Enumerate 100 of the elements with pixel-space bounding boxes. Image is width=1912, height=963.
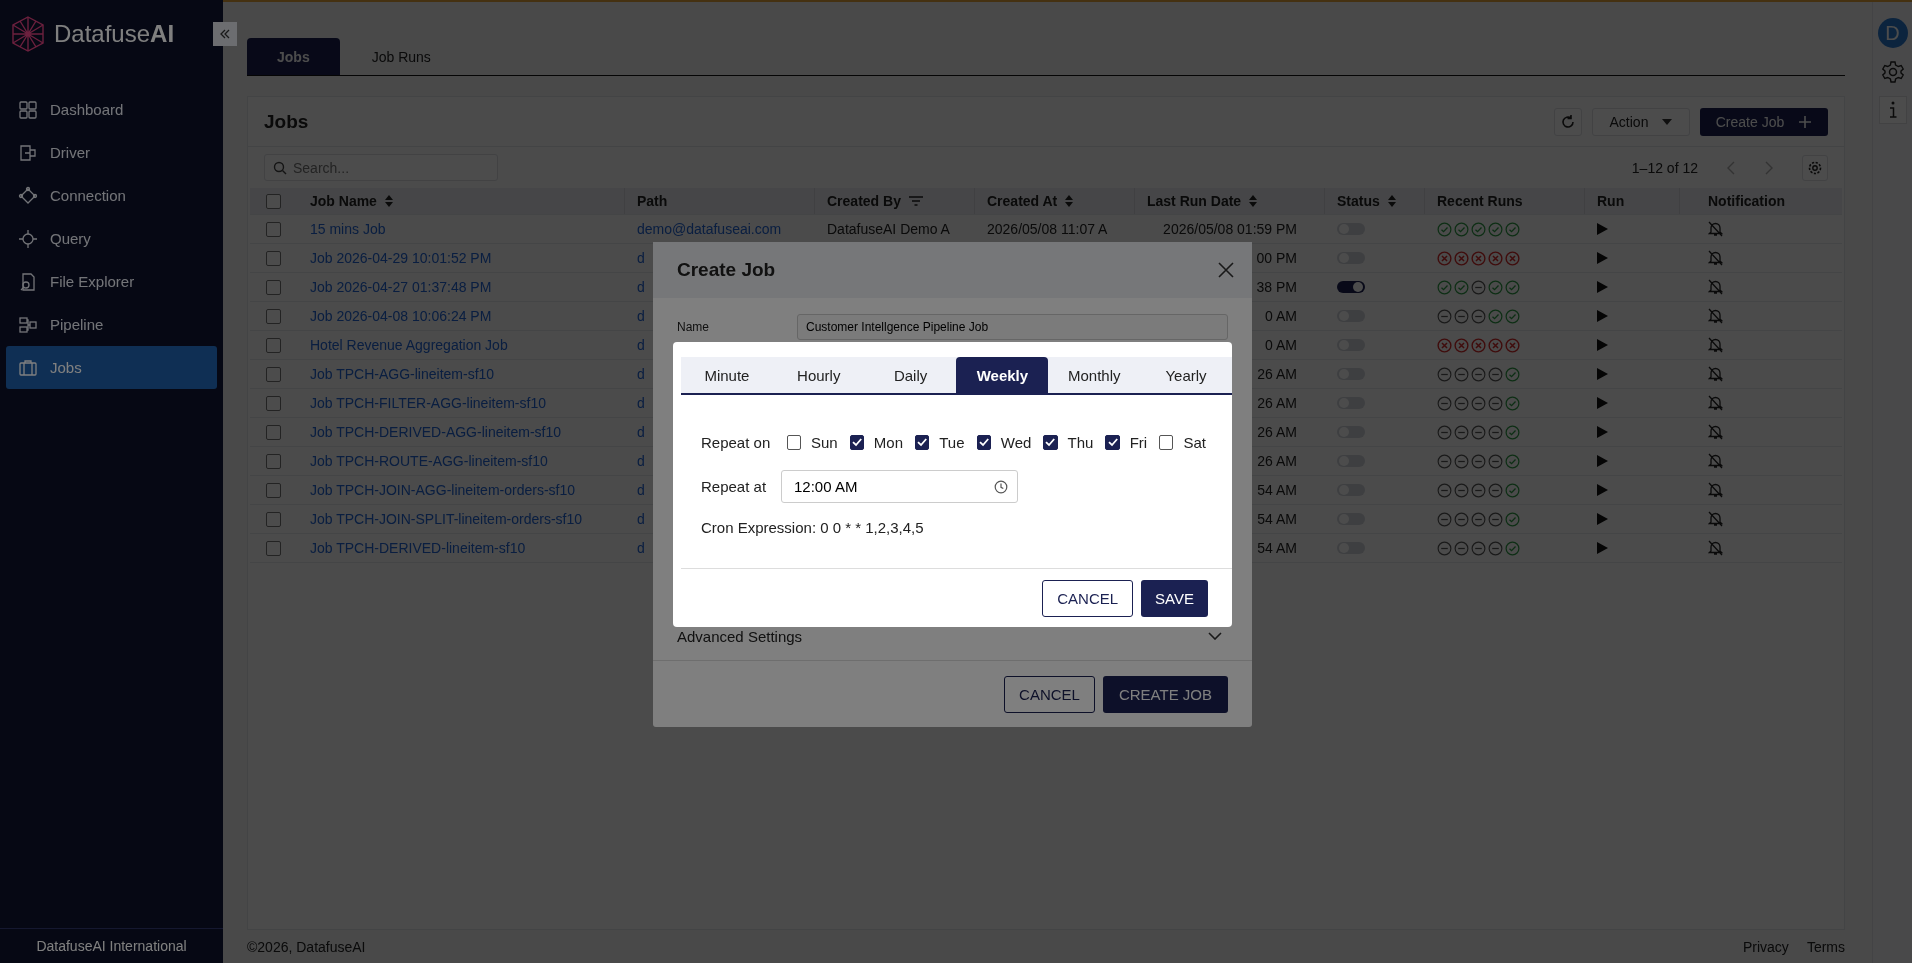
- sort-icon[interactable]: [1065, 195, 1074, 207]
- cancel-button[interactable]: CANCEL: [1042, 579, 1134, 617]
- path-link[interactable]: d: [637, 308, 645, 324]
- bell-off-icon[interactable]: [1708, 482, 1723, 498]
- day-checkbox[interactable]: [1105, 434, 1120, 450]
- job-name-link[interactable]: Job TPCH-JOIN-AGG-lineitem-orders-sf10: [310, 482, 576, 498]
- tab[interactable]: Job Runs: [339, 38, 463, 75]
- create-job-submit-button[interactable]: CREATE JOB: [1102, 675, 1228, 713]
- time-field[interactable]: 12:00 AM: [781, 469, 1018, 503]
- tab[interactable]: Jobs: [247, 38, 340, 75]
- refresh-button[interactable]: [1554, 107, 1582, 136]
- row-checkbox[interactable]: [266, 308, 281, 324]
- nav-item[interactable]: Jobs: [6, 346, 217, 389]
- bell-off-icon[interactable]: [1708, 279, 1723, 295]
- sort-icon[interactable]: [1249, 195, 1258, 207]
- day-checkbox[interactable]: [976, 434, 991, 450]
- row-checkbox[interactable]: [266, 366, 281, 382]
- frequency-tab[interactable]: Minute: [681, 357, 773, 393]
- job-name-link[interactable]: Job 2026-04-08 10:06:24 PM: [310, 308, 492, 324]
- bell-off-icon[interactable]: [1708, 424, 1723, 440]
- avatar[interactable]: D: [1877, 18, 1908, 48]
- play-icon[interactable]: [1597, 368, 1608, 380]
- job-name-link[interactable]: Job TPCH-DERIVED-lineitem-sf10: [310, 540, 526, 556]
- job-name-link[interactable]: Job 2026-04-27 01:37:48 PM: [310, 279, 492, 295]
- bell-off-icon[interactable]: [1708, 221, 1723, 237]
- sort-icon[interactable]: [384, 195, 393, 207]
- nav-item[interactable]: Query: [6, 217, 217, 260]
- previous-page-icon[interactable]: [1726, 160, 1736, 175]
- nav-item[interactable]: Driver: [6, 131, 217, 174]
- path-link[interactable]: d: [637, 395, 645, 411]
- play-icon[interactable]: [1597, 252, 1608, 264]
- filter-icon[interactable]: [908, 196, 923, 206]
- path-link[interactable]: d: [637, 424, 645, 440]
- path-link[interactable]: d: [637, 279, 645, 295]
- nav-item[interactable]: Dashboard: [6, 88, 217, 131]
- select-all-checkbox[interactable]: [266, 193, 281, 209]
- action-menu-button[interactable]: Action: [1592, 107, 1690, 136]
- job-name-link[interactable]: Job TPCH-AGG-lineitem-sf10: [310, 366, 495, 382]
- save-button[interactable]: SAVE: [1141, 579, 1208, 617]
- footer-link[interactable]: Privacy: [1742, 938, 1789, 955]
- play-icon[interactable]: [1597, 223, 1608, 235]
- path-link[interactable]: demo@datafuseai.com: [637, 221, 782, 237]
- day-checkbox[interactable]: [849, 434, 864, 450]
- path-link[interactable]: d: [637, 250, 645, 266]
- bell-off-icon[interactable]: [1708, 308, 1723, 324]
- collapse-button[interactable]: [213, 22, 237, 46]
- play-icon[interactable]: [1597, 455, 1608, 467]
- row-checkbox[interactable]: [266, 511, 281, 527]
- play-icon[interactable]: [1597, 310, 1608, 322]
- row-checkbox[interactable]: [266, 424, 281, 440]
- settings-icon[interactable]: [1880, 60, 1905, 84]
- row-checkbox[interactable]: [266, 453, 281, 469]
- bell-off-icon[interactable]: [1708, 511, 1723, 527]
- create-job-button[interactable]: Create Job: [1700, 107, 1828, 136]
- cancel-button[interactable]: CANCEL: [1004, 675, 1095, 713]
- frequency-tab[interactable]: Weekly: [956, 357, 1049, 393]
- nav-item[interactable]: File Explorer: [6, 260, 217, 303]
- day-checkbox[interactable]: [915, 434, 930, 450]
- job-name-link[interactable]: Job 2026-04-29 10:01:52 PM: [310, 250, 492, 266]
- frequency-tab[interactable]: Yearly: [1140, 357, 1232, 393]
- bell-off-icon[interactable]: [1708, 337, 1723, 353]
- row-checkbox[interactable]: [266, 482, 281, 498]
- close-icon[interactable]: [1218, 262, 1234, 278]
- play-icon[interactable]: [1597, 339, 1608, 351]
- bell-off-icon[interactable]: [1708, 453, 1723, 469]
- row-checkbox[interactable]: [266, 337, 281, 353]
- row-checkbox[interactable]: [266, 250, 281, 266]
- nav-item[interactable]: Pipeline: [6, 303, 217, 346]
- job-name-link[interactable]: Job TPCH-JOIN-SPLIT-lineitem-orders-sf10: [310, 511, 583, 527]
- job-name-link[interactable]: Job TPCH-DERIVED-AGG-lineitem-sf10: [310, 424, 562, 440]
- path-link[interactable]: d: [637, 511, 645, 527]
- chevron-down-icon[interactable]: [1208, 632, 1222, 640]
- bell-off-icon[interactable]: [1708, 540, 1723, 556]
- play-icon[interactable]: [1597, 484, 1608, 496]
- bell-off-icon[interactable]: [1708, 250, 1723, 266]
- play-icon[interactable]: [1597, 542, 1608, 554]
- play-icon[interactable]: [1597, 397, 1608, 409]
- path-link[interactable]: d: [637, 366, 645, 382]
- frequency-tab[interactable]: Monthly: [1048, 357, 1141, 393]
- next-page-icon[interactable]: [1764, 160, 1774, 175]
- clock-icon[interactable]: [994, 479, 1008, 494]
- day-checkbox[interactable]: [1043, 434, 1058, 450]
- job-name-link[interactable]: Hotel Revenue Aggregation Job: [310, 337, 508, 353]
- row-checkbox[interactable]: [266, 221, 281, 237]
- status-toggle[interactable]: [1337, 281, 1365, 293]
- bell-off-icon[interactable]: [1708, 366, 1723, 382]
- job-name-link[interactable]: 15 mins Job: [310, 221, 386, 237]
- frequency-tab[interactable]: Daily: [864, 357, 957, 393]
- path-link[interactable]: d: [637, 453, 645, 469]
- frequency-tab[interactable]: Hourly: [772, 357, 865, 393]
- day-checkbox[interactable]: [1159, 434, 1174, 450]
- path-link[interactable]: d: [637, 337, 645, 353]
- play-icon[interactable]: [1597, 426, 1608, 438]
- row-checkbox[interactable]: [266, 540, 281, 556]
- row-checkbox[interactable]: [266, 395, 281, 411]
- job-name-link[interactable]: Job TPCH-FILTER-AGG-lineitem-sf10: [310, 395, 546, 411]
- bell-off-icon[interactable]: [1708, 395, 1723, 411]
- name-field[interactable]: Customer Intellgence Pipeline Job: [797, 314, 1228, 340]
- play-icon[interactable]: [1597, 513, 1608, 525]
- row-checkbox[interactable]: [266, 279, 281, 295]
